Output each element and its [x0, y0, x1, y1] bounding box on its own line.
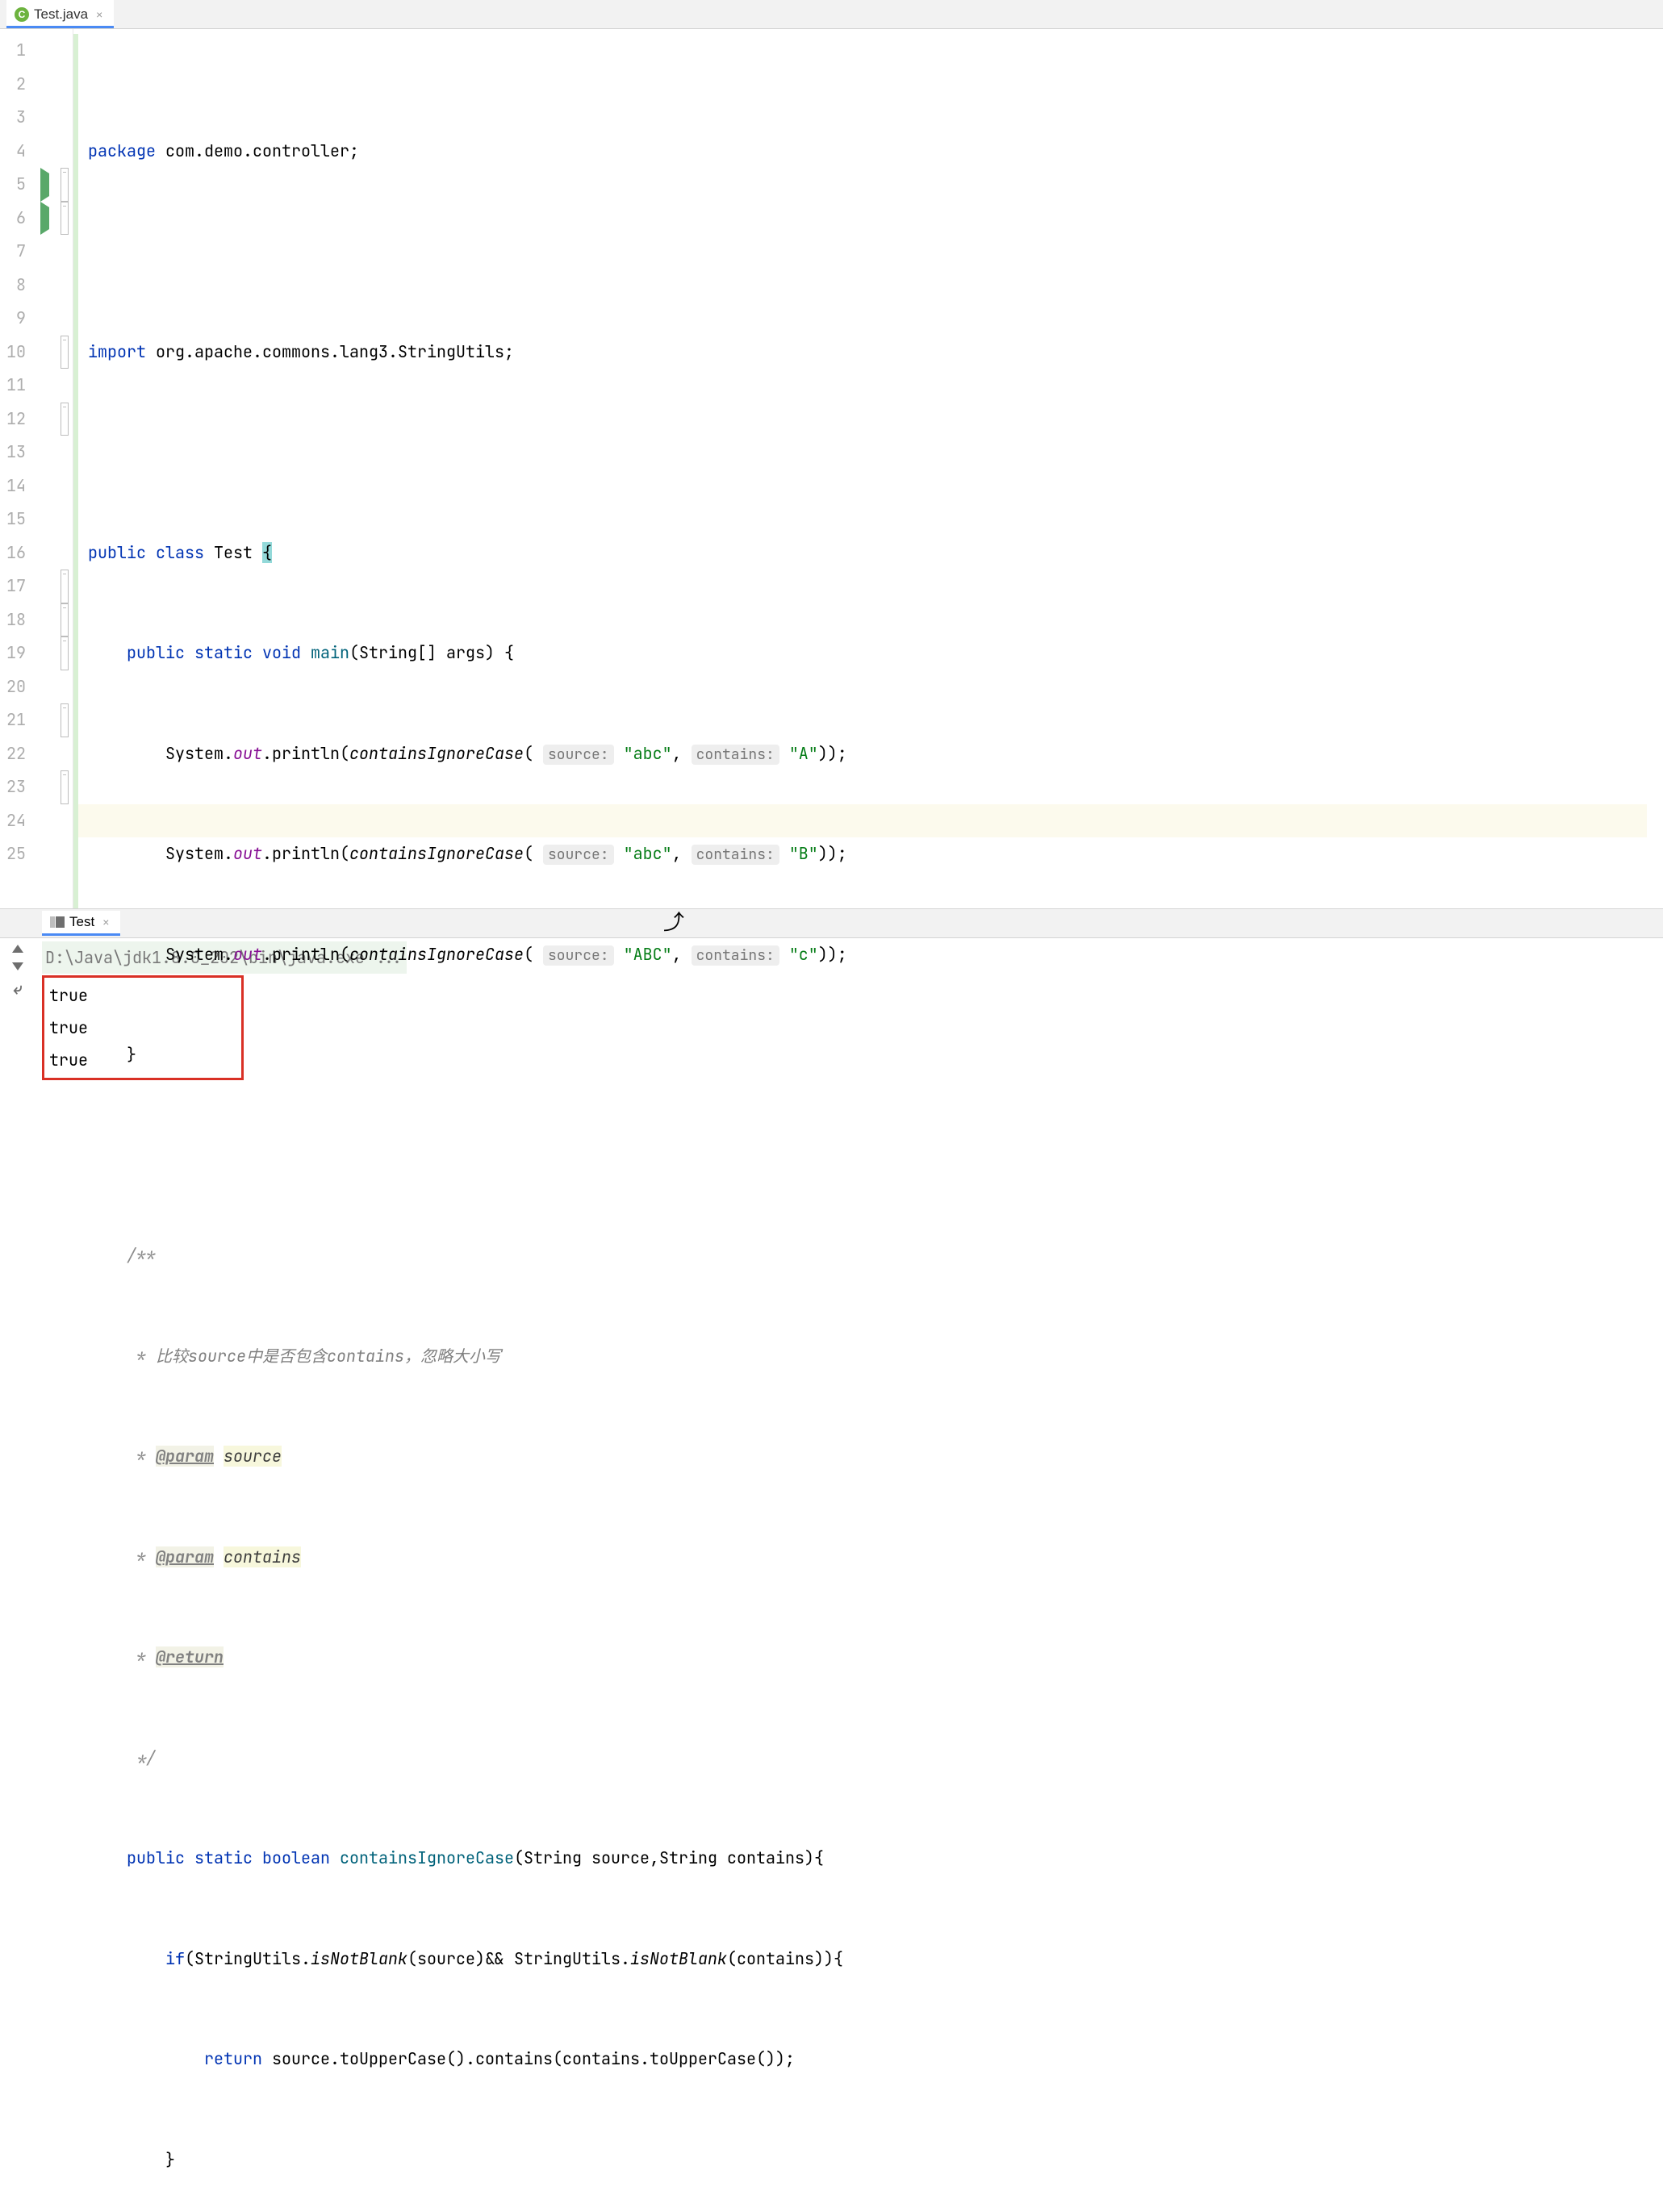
- run-gutter-column[interactable]: [32, 29, 56, 908]
- layout-icon: [50, 916, 65, 928]
- editor-gutter: 1234567891011121314151617181920212223242…: [0, 29, 73, 908]
- close-tab-icon[interactable]: ×: [93, 8, 106, 21]
- fold-toggle-icon[interactable]: [61, 570, 69, 603]
- fold-toggle-icon[interactable]: [61, 770, 69, 804]
- line-numbers[interactable]: 1234567891011121314151617181920212223242…: [0, 29, 32, 908]
- code-content[interactable]: package com.demo.controller; import org.…: [78, 29, 1663, 908]
- current-line-highlight: [78, 804, 1647, 838]
- editor-tab-bar: C Test.java ×: [0, 0, 1663, 29]
- output-line: true: [49, 1012, 88, 1044]
- scroll-up-icon[interactable]: [12, 945, 23, 953]
- fold-toggle-icon[interactable]: [61, 703, 69, 737]
- scroll-down-icon[interactable]: [12, 962, 23, 970]
- file-tab-label: Test.java: [34, 6, 88, 23]
- class-file-icon: C: [15, 7, 29, 22]
- output-line: true: [49, 1044, 88, 1076]
- soft-wrap-icon[interactable]: ⤶: [13, 980, 22, 999]
- code-editor[interactable]: 1234567891011121314151617181920212223242…: [0, 29, 1663, 908]
- fold-toggle-icon[interactable]: [61, 168, 69, 202]
- fold-toggle-icon[interactable]: [61, 403, 69, 436]
- fold-gutter-column[interactable]: [56, 29, 73, 908]
- fold-toggle-icon[interactable]: [61, 603, 69, 637]
- output-line: true: [49, 979, 88, 1012]
- fold-toggle-icon[interactable]: [61, 636, 69, 670]
- fold-toggle-icon[interactable]: [61, 336, 69, 369]
- fold-toggle-icon[interactable]: [61, 202, 69, 236]
- run-line-icon[interactable]: [40, 202, 49, 236]
- console-toolbar: ⤶: [0, 938, 36, 1083]
- file-tab[interactable]: C Test.java ×: [6, 0, 114, 28]
- run-line-icon[interactable]: [40, 168, 49, 202]
